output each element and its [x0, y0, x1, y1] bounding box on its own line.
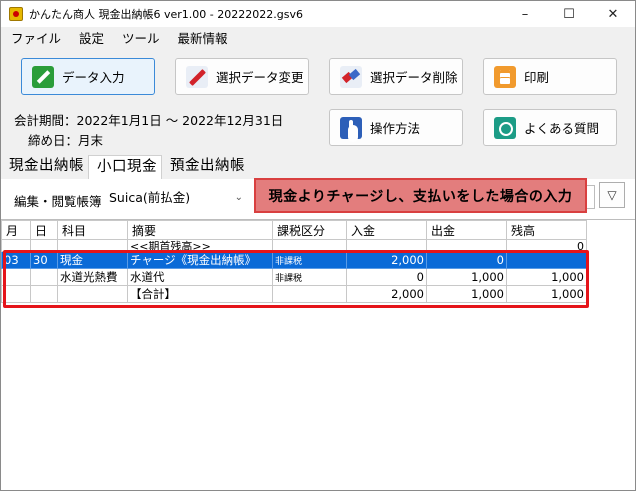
edit-selected-label: 選択データ変更	[216, 70, 304, 85]
cell-day	[30, 268, 58, 286]
cell-summary: チャージ《現金出納帳》	[127, 251, 273, 269]
cell-balance: 1,000	[506, 285, 587, 303]
col-month[interactable]: 月	[1, 220, 31, 240]
col-tax[interactable]: 課税区分	[272, 220, 347, 240]
menu-settings[interactable]: 設定	[69, 28, 112, 47]
cell-expense: 1,000	[426, 268, 507, 286]
tab-cash-book[interactable]: 現金出納帳	[1, 155, 88, 179]
app-window: かんたん商人 現金出納帳6 ver1.00 - 20222022.gsv6 – …	[0, 0, 636, 491]
print-icon	[494, 65, 516, 88]
tab-deposit-book[interactable]: 預金出納帳	[162, 155, 249, 179]
col-balance[interactable]: 残高	[506, 220, 587, 240]
ledger-grid: 月 日 科目 摘要 課税区分 入金 出金 残高 <<期首残高>> 0 03 30…	[1, 219, 635, 490]
minimize-button[interactable]: –	[503, 1, 547, 27]
cell-expense: 0	[426, 251, 507, 269]
app-icon	[9, 7, 23, 21]
table-row[interactable]: 水道光熱費 水道代 非課税 0 1,000 1,000	[1, 268, 587, 286]
tab-petty-cash[interactable]: 小口現金	[88, 155, 162, 179]
filter-toggle-button[interactable]: ▽	[599, 182, 625, 208]
chevron-down-icon: ⌄	[234, 192, 243, 203]
how-to-label: 操作方法	[370, 121, 421, 136]
edit-pencil-icon	[186, 65, 208, 88]
cell-income: 2,000	[346, 285, 427, 303]
eraser-icon	[340, 65, 362, 88]
cell-day: 30	[30, 251, 58, 269]
table-row-total[interactable]: 【合計】 2,000 1,000 1,000	[1, 285, 587, 303]
faq-label: よくある質問	[524, 121, 600, 136]
cell-day	[30, 285, 58, 303]
col-income[interactable]: 入金	[346, 220, 427, 240]
data-input-button[interactable]: データ入力	[21, 58, 155, 95]
close-button[interactable]: ✕	[591, 1, 635, 27]
cell-tax	[272, 285, 347, 303]
cell-month	[1, 268, 31, 286]
cell-summary: 【合計】	[127, 285, 273, 303]
window-title: かんたん商人 現金出納帳6 ver1.00 - 20222022.gsv6	[29, 8, 303, 21]
title-bar: かんたん商人 現金出納帳6 ver1.00 - 20222022.gsv6 – …	[1, 1, 635, 27]
opening-balance: 0	[506, 239, 587, 252]
cell-tax: 非課税	[272, 251, 347, 269]
cell-balance: 1,000	[506, 268, 587, 286]
annotation-callout: 現金よりチャージし、支払いをした場合の入力	[254, 178, 587, 213]
faq-icon	[494, 116, 516, 139]
delete-selected-button[interactable]: 選択データ削除	[329, 58, 463, 95]
ledger-tabs: 現金出納帳 小口現金 預金出納帳	[1, 155, 249, 179]
ledger-select-label: 編集・閲覧帳簿	[14, 194, 102, 209]
table-header-row: 月 日 科目 摘要 課税区分 入金 出金 残高	[1, 220, 587, 240]
print-button[interactable]: 印刷	[483, 58, 617, 95]
cell-income: 2,000	[346, 251, 427, 269]
opening-summary: <<期首残高>>	[127, 239, 273, 252]
window-controls: – ☐ ✕	[503, 1, 635, 27]
menu-bar: ファイル 設定 ツール 最新情報	[1, 27, 635, 47]
cell-account: 水道光熱費	[57, 268, 128, 286]
data-input-label: データ入力	[62, 70, 125, 85]
col-day[interactable]: 日	[30, 220, 58, 240]
cell-tax: 非課税	[272, 268, 347, 286]
print-label: 印刷	[524, 70, 550, 85]
col-account[interactable]: 科目	[57, 220, 128, 240]
menu-tools[interactable]: ツール	[112, 28, 168, 47]
how-to-button[interactable]: 操作方法	[329, 109, 463, 146]
hand-pointer-icon	[340, 116, 362, 139]
edit-selected-button[interactable]: 選択データ変更	[175, 58, 309, 95]
delete-selected-label: 選択データ削除	[370, 70, 458, 85]
ledger-select[interactable]: Suica(前払金) ⌄	[104, 187, 248, 209]
closing-day: 締め日：月末	[28, 133, 104, 148]
cell-account	[57, 285, 128, 303]
col-expense[interactable]: 出金	[426, 220, 507, 240]
opening-balance-row[interactable]: <<期首残高>> 0	[1, 239, 587, 252]
pencil-icon	[32, 65, 54, 88]
cell-month: 03	[1, 251, 31, 269]
ledger-table: 月 日 科目 摘要 課税区分 入金 出金 残高 <<期首残高>> 0 03 30…	[1, 220, 587, 303]
menu-latest-info[interactable]: 最新情報	[168, 28, 236, 47]
menu-file[interactable]: ファイル	[1, 28, 69, 47]
cell-income: 0	[346, 268, 427, 286]
col-summary[interactable]: 摘要	[127, 220, 273, 240]
faq-button[interactable]: よくある質問	[483, 109, 617, 146]
cell-balance	[506, 251, 587, 269]
cell-expense: 1,000	[426, 285, 507, 303]
maximize-button[interactable]: ☐	[547, 1, 591, 27]
table-row[interactable]: 03 30 現金 チャージ《現金出納帳》 非課税 2,000 0	[1, 251, 587, 269]
accounting-period: 会計期間：2022年1月1日 〜 2022年12月31日	[14, 113, 284, 128]
ledger-select-value: Suica(前払金)	[109, 190, 191, 205]
cell-summary: 水道代	[127, 268, 273, 286]
cell-month	[1, 285, 31, 303]
cell-account: 現金	[57, 251, 128, 269]
